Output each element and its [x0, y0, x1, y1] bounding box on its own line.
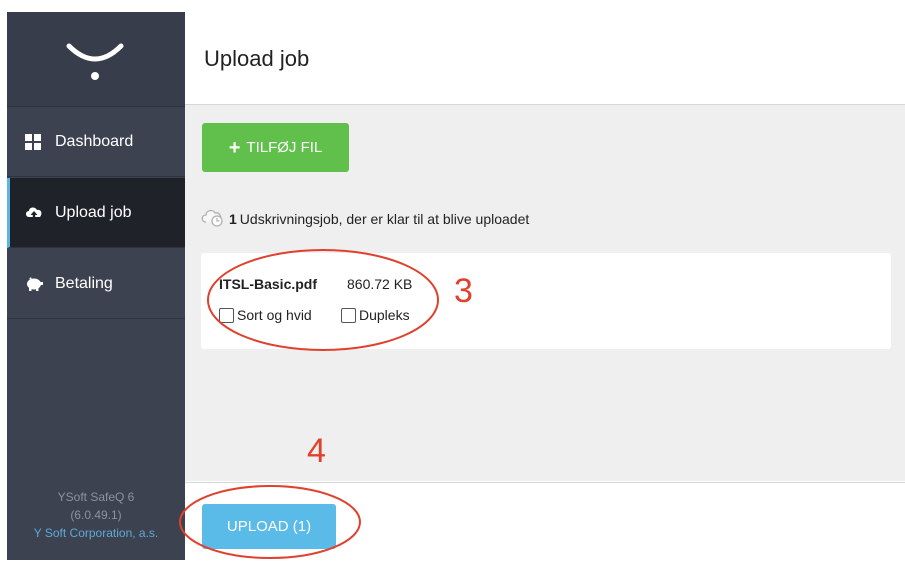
grid-icon — [25, 133, 41, 150]
ysoft-logo-icon — [66, 43, 124, 80]
annotation-label-4: 4 — [307, 432, 326, 470]
sidebar-item-label: Dashboard — [55, 132, 134, 150]
annotation-label-3: 3 — [454, 272, 473, 310]
sidebar-item-label: Upload job — [55, 203, 132, 221]
option-label: Sort og hvid — [237, 307, 312, 323]
sidebar-item-dashboard[interactable]: Dashboard — [7, 107, 185, 177]
cloud-upload-icon — [25, 205, 42, 221]
product-name: YSoft SafeQ 6 — [57, 490, 135, 504]
file-size: 860.72 KB — [347, 276, 413, 292]
option-label: Dupleks — [359, 307, 410, 323]
black-white-checkbox[interactable] — [219, 307, 234, 323]
page-title: Upload job — [204, 46, 310, 71]
company-link[interactable]: Y Soft Corporation, a.s. — [7, 524, 185, 542]
job-count: 1 — [229, 210, 237, 227]
file-card: ITSL-Basic.pdf 860.72 KB Sort og hvid Du… — [201, 253, 891, 349]
sidebar: Dashboard Upload job Betaling YSoft Safe… — [7, 12, 185, 560]
upload-button[interactable]: UPLOAD (1) — [202, 504, 336, 549]
duplex-option[interactable]: Dupleks — [341, 307, 410, 323]
add-file-button[interactable]: + TILFØJ FIL — [202, 123, 349, 172]
piggy-bank-icon — [25, 276, 43, 292]
status-text: Udskrivningsjob, der er klar til at bliv… — [239, 210, 530, 227]
sidebar-item-label: Betaling — [55, 274, 113, 292]
file-name: ITSL-Basic.pdf — [219, 276, 318, 292]
black-white-option[interactable]: Sort og hvid — [219, 307, 312, 323]
product-version: (6.0.49.1) — [70, 508, 122, 522]
sidebar-item-betaling[interactable]: Betaling — [7, 249, 185, 319]
sidebar-item-upload-job[interactable]: Upload job — [7, 178, 185, 248]
add-file-label: TILFØJ FIL — [246, 139, 323, 156]
logo-area[interactable] — [7, 12, 185, 107]
sidebar-footer: YSoft SafeQ 6 (6.0.49.1) Y Soft Corporat… — [7, 488, 185, 542]
page-footer: UPLOAD (1) — [185, 482, 905, 561]
duplex-checkbox[interactable] — [341, 307, 356, 323]
status-line: 1 Udskrivningsjob, der er klar til at bl… — [201, 207, 529, 230]
cloud-clock-icon — [201, 207, 225, 230]
main-content: + TILFØJ FIL 1 Udskrivningsjob, der er k… — [185, 105, 905, 481]
plus-icon: + — [228, 136, 241, 159]
page-header: Upload job — [185, 12, 905, 105]
